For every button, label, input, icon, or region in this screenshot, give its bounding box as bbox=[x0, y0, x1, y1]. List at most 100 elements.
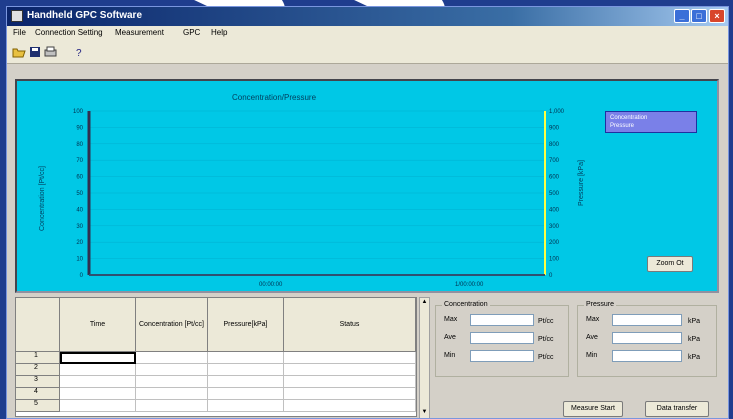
press-min-unit: kPa bbox=[688, 354, 701, 361]
conc-max-label: Max bbox=[444, 316, 458, 323]
svg-text:?: ? bbox=[76, 48, 82, 58]
table-cell[interactable] bbox=[136, 364, 208, 376]
toolbar: ? bbox=[7, 41, 728, 64]
pressure-group-label: Pressure bbox=[584, 301, 617, 308]
right-tick-label: 400 bbox=[549, 207, 560, 213]
right-tick-label: 300 bbox=[549, 224, 560, 230]
data-table[interactable]: Time Concentration [Pt/cc] Pressure[kPa]… bbox=[15, 297, 417, 417]
zoom-out-button[interactable]: Zoom Ot bbox=[647, 256, 693, 272]
chart-legend: Concentration Pressure bbox=[605, 111, 697, 133]
left-tick-label: 0 bbox=[80, 273, 84, 279]
left-tick-label: 80 bbox=[76, 142, 83, 148]
pressure-group: Pressure Max kPa Ave kPa Min kPa bbox=[577, 301, 717, 377]
press-min-field[interactable] bbox=[612, 350, 682, 362]
conc-max-unit: Pt/cc bbox=[538, 318, 554, 325]
press-ave-field[interactable] bbox=[612, 332, 682, 344]
conc-ave-label: Ave bbox=[444, 334, 456, 341]
conc-min-field[interactable] bbox=[470, 350, 534, 362]
table-cell[interactable] bbox=[208, 388, 284, 400]
table-cell[interactable] bbox=[60, 364, 136, 376]
legend-concentration: Concentration bbox=[610, 115, 648, 121]
left-tick-label: 50 bbox=[76, 191, 83, 197]
press-ave-unit: kPa bbox=[688, 336, 701, 343]
measure-start-button[interactable]: Measure Start bbox=[563, 401, 623, 417]
data-transfer-button[interactable]: Data transfer bbox=[645, 401, 709, 417]
table-cell[interactable] bbox=[136, 388, 208, 400]
menu-connection-setting[interactable]: Connection Setting bbox=[35, 28, 103, 37]
menu-help[interactable]: Help bbox=[211, 28, 227, 37]
table-cell[interactable] bbox=[208, 376, 284, 388]
table-scrollbar[interactable]: ▲ ▼ bbox=[419, 297, 430, 418]
left-tick-label: 60 bbox=[76, 175, 83, 181]
press-max-label: Max bbox=[586, 316, 600, 323]
menu-file[interactable]: File bbox=[13, 28, 26, 37]
table-cell[interactable] bbox=[208, 352, 284, 364]
left-tick-label: 20 bbox=[76, 240, 83, 246]
right-tick-label: 600 bbox=[549, 175, 560, 181]
menu-bar: File Connection Setting Measurement GPC … bbox=[7, 26, 728, 41]
row-header[interactable]: 1 bbox=[16, 352, 60, 364]
table-corner bbox=[16, 298, 60, 352]
column-header-concentration[interactable]: Concentration [Pt/cc] bbox=[136, 298, 208, 352]
conc-ave-unit: Pt/cc bbox=[538, 336, 554, 343]
table-cell[interactable] bbox=[60, 376, 136, 388]
row-header[interactable]: 4 bbox=[16, 388, 60, 400]
right-tick-label: 800 bbox=[549, 142, 560, 148]
row-header[interactable]: 3 bbox=[16, 376, 60, 388]
table-cell[interactable] bbox=[60, 400, 136, 412]
left-tick-label: 10 bbox=[76, 257, 83, 263]
table-cell[interactable] bbox=[136, 376, 208, 388]
table-cell[interactable] bbox=[284, 376, 416, 388]
press-max-field[interactable] bbox=[612, 314, 682, 326]
column-header-pressure[interactable]: Pressure[kPa] bbox=[208, 298, 284, 352]
scroll-down-icon[interactable]: ▼ bbox=[421, 409, 428, 417]
right-axis-title: Pressure [kPa] bbox=[578, 160, 585, 206]
table-cell[interactable] bbox=[284, 352, 416, 364]
left-axis-title: Concentration [Pt/cc] bbox=[39, 166, 46, 231]
table-cell[interactable] bbox=[284, 388, 416, 400]
right-tick-label: 200 bbox=[549, 240, 560, 246]
x-tick-label: 1/00:00:00 bbox=[455, 282, 484, 288]
close-button[interactable]: × bbox=[709, 9, 725, 23]
column-header-time[interactable]: Time bbox=[60, 298, 136, 352]
table-cell[interactable] bbox=[60, 352, 136, 364]
right-tick-label: 0 bbox=[549, 273, 553, 279]
press-ave-label: Ave bbox=[586, 334, 598, 341]
table-cell[interactable] bbox=[284, 400, 416, 412]
row-header[interactable]: 2 bbox=[16, 364, 60, 376]
press-max-unit: kPa bbox=[688, 318, 701, 325]
concentration-group-label: Concentration bbox=[442, 301, 490, 308]
right-tick-label: 100 bbox=[549, 257, 560, 263]
table-cell[interactable] bbox=[208, 364, 284, 376]
table-cell[interactable] bbox=[136, 400, 208, 412]
row-header[interactable]: 5 bbox=[16, 400, 60, 412]
table-cell[interactable] bbox=[60, 388, 136, 400]
table-cell[interactable] bbox=[208, 400, 284, 412]
x-tick-label: 00:00:00 bbox=[259, 282, 283, 288]
right-tick-label: 500 bbox=[549, 191, 560, 197]
right-tick-label: 1,000 bbox=[549, 109, 565, 115]
left-tick-label: 30 bbox=[76, 224, 83, 230]
left-tick-label: 90 bbox=[76, 125, 83, 131]
legend-pressure: Pressure bbox=[610, 123, 635, 129]
conc-min-label: Min bbox=[444, 352, 456, 359]
conc-ave-field[interactable] bbox=[470, 332, 534, 344]
title-bar: Handheld GPC Software _ □ × bbox=[7, 7, 728, 26]
maximize-button[interactable]: □ bbox=[691, 9, 707, 23]
chart-panel: 100 90 80 70 60 50 40 30 20 10 0 1,000 900 800 700 600 5… bbox=[15, 79, 719, 293]
table-cell[interactable] bbox=[136, 352, 208, 364]
right-tick-label: 700 bbox=[549, 158, 560, 164]
left-tick-label: 70 bbox=[76, 158, 83, 164]
minimize-button[interactable]: _ bbox=[674, 9, 690, 23]
table-cell[interactable] bbox=[284, 364, 416, 376]
save-icon[interactable] bbox=[27, 44, 42, 59]
open-icon[interactable] bbox=[11, 44, 26, 59]
column-header-status[interactable]: Status bbox=[284, 298, 416, 352]
conc-min-unit: Pt/cc bbox=[538, 354, 554, 361]
conc-max-field[interactable] bbox=[470, 314, 534, 326]
menu-gpc[interactable]: GPC bbox=[183, 28, 200, 37]
help-icon[interactable]: ? bbox=[71, 44, 86, 59]
print-icon[interactable] bbox=[43, 44, 58, 59]
scroll-up-icon[interactable]: ▲ bbox=[421, 299, 428, 307]
menu-measurement[interactable]: Measurement bbox=[115, 28, 164, 37]
